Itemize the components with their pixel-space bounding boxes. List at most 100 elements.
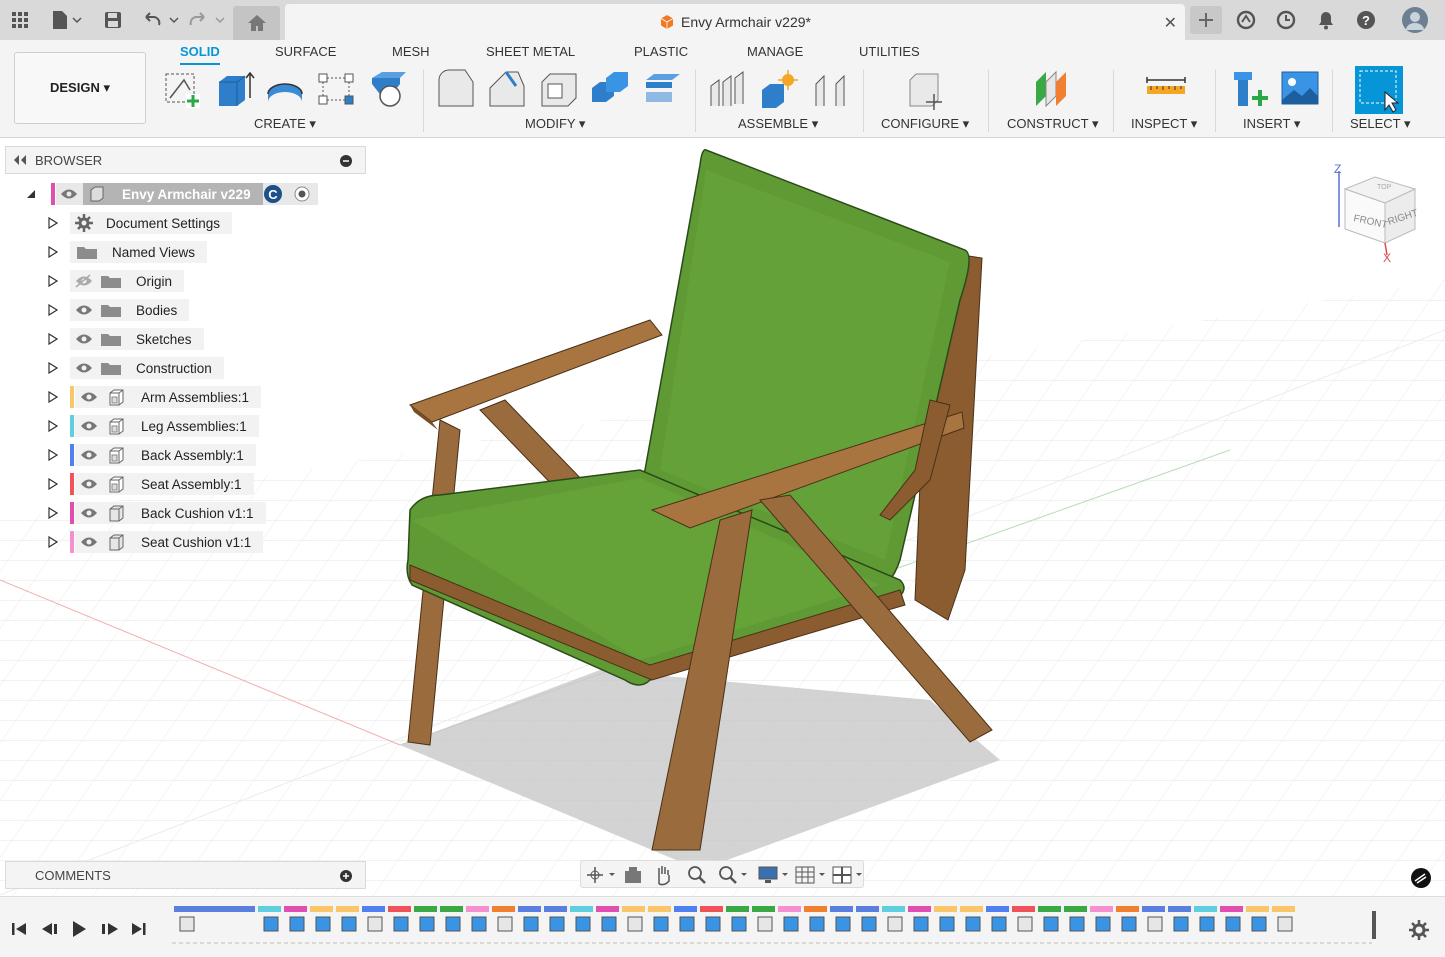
- step-forward-icon[interactable]: [100, 921, 120, 937]
- browser-item[interactable]: Bodies: [70, 299, 190, 321]
- timeline-feature-icon[interactable]: [315, 916, 331, 932]
- extrude-icon[interactable]: [213, 68, 255, 110]
- insert-menu[interactable]: INSERT ▾: [1243, 116, 1300, 132]
- insert-canvas-icon[interactable]: [1280, 68, 1322, 110]
- go-to-end-icon[interactable]: [130, 921, 148, 937]
- timeline-feature-icon[interactable]: [887, 916, 903, 932]
- app-grid-icon[interactable]: [8, 6, 32, 34]
- timeline-feature-icon[interactable]: [1251, 916, 1267, 932]
- timeline-feature-icon[interactable]: [1095, 916, 1111, 932]
- timeline-track[interactable]: [172, 905, 1382, 951]
- close-tab-icon[interactable]: ✕: [1164, 13, 1177, 33]
- fit-zoom-icon[interactable]: [717, 864, 749, 886]
- browser-item-row[interactable]: Seat Assembly:1: [0, 473, 366, 495]
- tab-utilities[interactable]: UTILITIES: [859, 40, 920, 63]
- browser-options-icon[interactable]: [339, 154, 353, 171]
- timeline-feature-icon[interactable]: [263, 916, 279, 932]
- browser-item-row[interactable]: Document Settings: [0, 212, 366, 234]
- play-icon[interactable]: [70, 919, 88, 939]
- timeline-feature-icon[interactable]: [991, 916, 1007, 932]
- timeline-feature-icon[interactable]: [1043, 916, 1059, 932]
- timeline-feature-icon[interactable]: [731, 916, 747, 932]
- assemble-menu[interactable]: ASSEMBLE ▾: [738, 116, 818, 132]
- timeline-feature-icon[interactable]: [523, 916, 539, 932]
- timeline-feature-icon[interactable]: [601, 916, 617, 932]
- timeline-feature-icon[interactable]: [835, 916, 851, 932]
- extensions-icon[interactable]: [1234, 6, 1258, 34]
- undo-icon[interactable]: [142, 6, 180, 34]
- look-at-icon[interactable]: [623, 865, 643, 885]
- timeline-feature-icon[interactable]: [471, 916, 487, 932]
- measure-icon[interactable]: [1145, 68, 1187, 110]
- expand-arrow-icon[interactable]: [48, 275, 58, 287]
- model-disposition-icon[interactable]: [1410, 867, 1432, 889]
- expand-arrow-icon[interactable]: [48, 333, 58, 345]
- browser-item[interactable]: Seat Assembly:1: [75, 473, 254, 495]
- insert-mcmaster-icon[interactable]: [1230, 68, 1272, 110]
- timeline-feature-icon[interactable]: [1173, 916, 1189, 932]
- timeline-feature-icon[interactable]: [1017, 916, 1033, 932]
- browser-item-row[interactable]: Construction: [0, 357, 366, 379]
- browser-item-row[interactable]: Back Cushion v1:1: [0, 502, 366, 524]
- workspace-design-button[interactable]: DESIGN ▾: [14, 52, 146, 124]
- expand-arrow-icon[interactable]: [48, 304, 58, 316]
- tab-sheet-metal[interactable]: SHEET METAL: [486, 40, 575, 63]
- browser-item-row[interactable]: Sketches: [0, 328, 366, 350]
- select-icon[interactable]: [1355, 66, 1403, 114]
- timeline-feature-icon[interactable]: [1147, 916, 1163, 932]
- viewcube[interactable]: FRONT RIGHT TOP Z X: [1325, 159, 1425, 269]
- expand-arrow-icon[interactable]: [48, 391, 58, 403]
- go-to-start-icon[interactable]: [10, 921, 28, 937]
- timeline-feature-icon[interactable]: [341, 916, 357, 932]
- collapse-panel-icon[interactable]: [13, 154, 27, 169]
- activate-radio-icon[interactable]: [294, 186, 310, 202]
- offset-plane-icon[interactable]: [1030, 68, 1072, 110]
- display-settings-icon[interactable]: [757, 864, 791, 886]
- pattern-icon[interactable]: [315, 68, 357, 110]
- browser-item-row[interactable]: Origin: [0, 270, 366, 292]
- expand-arrow-icon[interactable]: [48, 217, 58, 229]
- browser-item[interactable]: Named Views: [70, 241, 208, 263]
- timeline-feature-icon[interactable]: [549, 916, 565, 932]
- grid-settings-icon[interactable]: [794, 864, 828, 886]
- configure-icon[interactable]: [904, 68, 946, 110]
- browser-item-row[interactable]: Arm Assemblies:1: [0, 386, 366, 408]
- hole-icon[interactable]: [368, 68, 410, 110]
- eye-icon[interactable]: [60, 187, 78, 201]
- browser-item[interactable]: Construction: [70, 357, 224, 379]
- timeline-feature-icon[interactable]: [575, 916, 591, 932]
- expand-arrow-icon[interactable]: [48, 246, 58, 258]
- create-menu[interactable]: CREATE ▾: [254, 116, 316, 132]
- shell-icon[interactable]: [538, 68, 580, 110]
- visibility-eye-icon[interactable]: [79, 506, 99, 520]
- home-tab[interactable]: [233, 6, 280, 40]
- configure-menu[interactable]: CONFIGURE ▾: [881, 116, 969, 132]
- visibility-eye-icon[interactable]: [79, 477, 99, 491]
- visibility-eye-icon[interactable]: [79, 419, 99, 433]
- new-tab-button[interactable]: [1190, 6, 1222, 34]
- document-tab[interactable]: Envy Armchair v229* ✕: [285, 4, 1185, 40]
- timeline-feature-icon[interactable]: [653, 916, 669, 932]
- timeline-feature-icon[interactable]: [705, 916, 721, 932]
- user-avatar[interactable]: [1400, 6, 1430, 34]
- visibility-eye-icon[interactable]: [79, 535, 99, 549]
- new-component-icon[interactable]: [707, 68, 749, 110]
- tab-mesh[interactable]: MESH: [392, 40, 430, 63]
- browser-item[interactable]: Sketches: [70, 328, 204, 350]
- timeline-feature-icon[interactable]: [679, 916, 695, 932]
- pan-hand-icon[interactable]: [653, 864, 675, 886]
- browser-panel-header[interactable]: BROWSER: [5, 146, 366, 174]
- orbit-icon[interactable]: [585, 865, 615, 885]
- tab-manage[interactable]: MANAGE: [747, 40, 803, 63]
- select-menu[interactable]: SELECT ▾: [1350, 116, 1410, 132]
- browser-item[interactable]: Origin: [70, 270, 185, 292]
- timeline-feature-icon[interactable]: [419, 916, 435, 932]
- browser-item[interactable]: Document Settings: [70, 212, 233, 234]
- fillet-icon[interactable]: [486, 68, 528, 110]
- visibility-eye-icon[interactable]: [74, 303, 94, 317]
- tab-surface[interactable]: SURFACE: [275, 40, 336, 63]
- timeline-feature-icon[interactable]: [913, 916, 929, 932]
- timeline-feature-icon[interactable]: [627, 916, 643, 932]
- expand-arrow-icon[interactable]: [48, 420, 58, 432]
- active-component-icon[interactable]: C: [263, 184, 283, 204]
